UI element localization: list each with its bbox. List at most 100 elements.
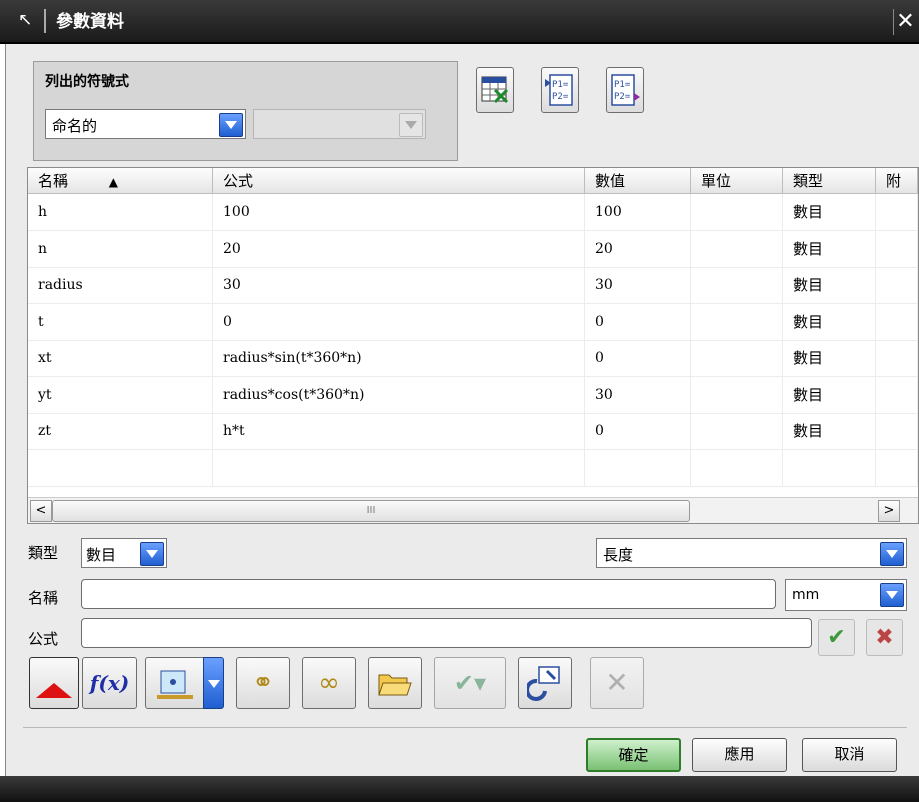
title-separator (44, 9, 46, 33)
cell-attached (876, 303, 918, 340)
cell-attached (876, 413, 918, 449)
cell-unit (691, 413, 783, 449)
reject-edit-icon[interactable]: ✖ (866, 619, 903, 656)
cell-formula: 100 (213, 194, 585, 230)
cell-unit (691, 230, 783, 267)
table-row[interactable]: xt radius*sin(t*360*n) 0 數目 (28, 340, 918, 377)
cell-value: 30 (585, 376, 691, 413)
cell-type: 數目 (783, 376, 876, 413)
expressions-table[interactable]: 名稱 ▲ 公式 數值 單位 類型 附 h 100 100 數目 n 20 20 數目 radiu… (27, 167, 919, 524)
cell-value: 0 (585, 340, 691, 376)
formula-input[interactable] (81, 618, 812, 648)
cell-value: 0 (585, 303, 691, 340)
cell-formula: radius*sin(t*360*n) (213, 340, 585, 376)
type-label: 類型 (28, 544, 59, 562)
delete-icon[interactable]: ✕ (590, 657, 644, 709)
create-link-icon[interactable]: ⚭ (236, 657, 290, 709)
type-dropdown[interactable]: 數目 (81, 538, 167, 568)
accept-edit-icon[interactable]: ✔ (818, 619, 855, 656)
update-disabled-icon[interactable]: ✔▾ (434, 657, 506, 709)
cursor-arrow-icon: ↖ (18, 10, 33, 30)
svg-text:P2=: P2= (614, 92, 631, 102)
unit-value: mm (792, 587, 820, 603)
function-icon[interactable]: f(x) (82, 657, 137, 709)
import-expressions-button[interactable]: P1= P2= (541, 67, 579, 113)
spreadsheet-icon (481, 76, 509, 104)
cell-formula: 30 (213, 267, 585, 303)
cell-attached (876, 194, 918, 230)
column-header-name[interactable]: 名稱 ▲ (28, 168, 213, 194)
window-bottom-edge (0, 776, 919, 802)
table-row[interactable]: h 100 100 數目 (28, 194, 918, 231)
triangle-icon (36, 683, 72, 698)
column-header-attached[interactable]: 附 (876, 168, 918, 194)
measure-button[interactable] (145, 657, 205, 709)
column-header-formula[interactable]: 公式 (213, 168, 585, 194)
title-bar (0, 0, 919, 44)
table-row[interactable]: radius 30 30 數目 (28, 267, 918, 304)
cell-name (28, 449, 213, 486)
open-file-button[interactable] (368, 657, 422, 709)
name-input[interactable] (81, 579, 776, 609)
listed-filter-value: 命名的 (52, 117, 98, 135)
geometry-measure-button[interactable] (29, 657, 79, 709)
svg-text:P2=: P2= (552, 92, 569, 102)
cell-attached (876, 449, 918, 486)
scroll-thumb[interactable]: III (52, 500, 690, 522)
refresh-icon (525, 666, 560, 701)
horizontal-scrollbar[interactable]: < III > (28, 497, 918, 523)
scroll-left-icon[interactable]: < (30, 500, 52, 522)
cell-name: h (28, 194, 213, 230)
folder-open-icon (378, 674, 412, 696)
column-header-unit[interactable]: 單位 (691, 168, 783, 194)
cell-type: 數目 (783, 413, 876, 449)
chevron-down-icon[interactable] (219, 113, 243, 137)
listed-filter-dropdown[interactable]: 命名的 (45, 109, 246, 139)
cell-attached (876, 376, 918, 413)
cell-formula: 20 (213, 230, 585, 267)
table-row[interactable]: zt h*t 0 數目 (28, 413, 918, 450)
column-header-type[interactable]: 類型 (783, 168, 876, 194)
cell-name: n (28, 230, 213, 267)
export-spreadsheet-button[interactable] (476, 67, 514, 113)
table-row[interactable]: yt radius*cos(t*360*n) 30 數目 (28, 376, 918, 414)
divider (23, 727, 907, 728)
cell-type: 數目 (783, 194, 876, 230)
cell-name: radius (28, 267, 213, 303)
chevron-down-icon[interactable] (399, 113, 423, 137)
apply-button[interactable]: 應用 (692, 738, 787, 772)
ok-button[interactable]: 確定 (586, 738, 681, 772)
cell-value (585, 449, 691, 486)
column-header-value[interactable]: 數值 (585, 168, 691, 194)
dimension-dropdown[interactable]: 長度 (596, 538, 907, 568)
cell-attached (876, 267, 918, 303)
secondary-filter-dropdown[interactable] (253, 109, 426, 139)
edit-link-icon[interactable]: ∞ (302, 657, 356, 709)
measure-dropdown[interactable] (203, 657, 224, 709)
type-value: 數目 (86, 546, 117, 564)
cell-type: 數目 (783, 340, 876, 376)
refresh-button[interactable] (518, 657, 572, 709)
table-row[interactable]: t 0 0 數目 (28, 303, 918, 341)
cell-name: t (28, 303, 213, 340)
close-icon[interactable]: ✕ (893, 9, 917, 35)
unit-dropdown[interactable]: mm (785, 579, 907, 611)
cell-value: 100 (585, 194, 691, 230)
dimension-value: 長度 (603, 546, 634, 564)
table-row[interactable] (28, 449, 918, 487)
export-expressions-button[interactable]: P1= P2= (606, 67, 644, 113)
cell-formula: radius*cos(t*360*n) (213, 376, 585, 413)
cell-name: xt (28, 340, 213, 376)
cell-value: 20 (585, 230, 691, 267)
cell-unit (691, 340, 783, 376)
table-row[interactable]: n 20 20 數目 (28, 230, 918, 268)
chevron-down-icon[interactable] (880, 542, 904, 566)
cell-value: 30 (585, 267, 691, 303)
chevron-down-icon[interactable] (880, 583, 904, 607)
scroll-right-icon[interactable]: > (878, 500, 900, 522)
sort-ascending-icon: ▲ (108, 175, 119, 189)
export-expressions-icon: P1= P2= (611, 74, 640, 106)
chevron-down-icon[interactable] (140, 542, 164, 566)
formula-label: 公式 (28, 630, 59, 648)
cancel-button[interactable]: 取消 (802, 738, 897, 772)
